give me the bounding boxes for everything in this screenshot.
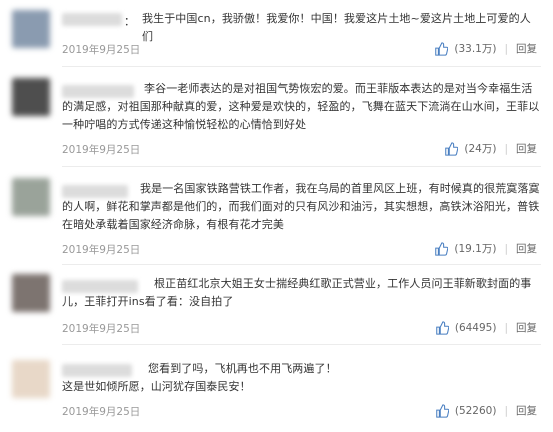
reply-button[interactable]: 回复 [516,403,537,418]
avatar[interactable] [12,274,50,312]
comment-item: 李谷一老师表达的是对祖国气势恢宏的爱。而王菲版本表达的是对当今幸福生活的满足感，… [0,68,553,167]
avatar[interactable] [12,78,50,116]
divider: | [504,142,508,155]
separator [62,264,541,265]
comment-actions: (24万) | 回复 [444,141,537,156]
thumbs-up-icon[interactable] [434,241,449,256]
like-count: (19.1万) [454,243,497,255]
separator [62,66,541,67]
comment-date: 2019年9月25日 [62,144,141,156]
reply-button[interactable]: 回复 [516,320,537,335]
divider: | [504,242,508,255]
comment-date: 2019年9月25日 [62,323,141,335]
like-count: (24万) [464,143,497,155]
comment-date: 2019年9月25日 [62,244,141,256]
avatar[interactable] [12,10,50,48]
comment-actions: (64495) | 回复 [435,320,537,335]
thumbs-up-icon[interactable] [435,320,449,335]
like-count: (52260) [454,404,497,417]
like-count: (64495) [454,321,497,334]
reply-button[interactable]: 回复 [516,41,537,56]
divider: | [504,321,508,334]
thumbs-up-icon[interactable] [434,41,449,56]
comment-actions: (19.1万) | 回复 [434,241,537,256]
like-count: (33.1万) [454,43,497,55]
reply-button[interactable]: 回复 [516,141,537,156]
comment-item: 我是一名国家铁路营铁工作者，我在乌局的首里风区上班，有时候真的很荒寞落寞的人啊，… [0,168,553,266]
comment-date: 2019年9月25日 [62,44,141,56]
comment-date: 2019年9月25日 [62,406,141,418]
thumbs-up-icon[interactable] [435,403,449,418]
separator [62,166,541,167]
avatar[interactable] [12,178,50,216]
comment-text: 我是一名国家铁路营铁工作者，我在乌局的首里风区上班，有时候真的很荒寞落寞的人啊，… [62,180,541,234]
thumbs-up-icon[interactable] [444,141,459,156]
username-blurred[interactable] [62,13,122,26]
comment-actions: (33.1万) | 回复 [434,41,537,56]
separator [62,344,541,345]
comment-text: 您看到了吗，飞机再也不用飞两遍了！ [62,360,541,378]
comment-text-body: 根正苗红北京大姐王女士揣经典红歌正式营业，工作人员问王菲新歌封面的事儿，王菲打开… [62,277,532,308]
avatar[interactable] [12,360,50,398]
comment-text: 根正苗红北京大姐王女士揣经典红歌正式营业，工作人员问王菲新歌封面的事儿，王菲打开… [62,275,541,311]
comment-actions: (52260) | 回复 [435,403,537,418]
divider: | [504,42,508,55]
comment-text-body: 我是一名国家铁路营铁工作者，我在乌局的首里风区上班，有时候真的很荒寞落寞的人啊，… [62,182,540,231]
reply-button[interactable]: 回复 [516,241,537,256]
divider: | [504,404,508,417]
comment-text-body: 您看到了吗，飞机再也不用飞两遍了！ [148,362,337,375]
comment-item: 您看到了吗，飞机再也不用飞两遍了！ 这是世如倾所愿，山河犹存国泰民安！ 2019… [0,346,553,432]
comment-item: 根正苗红北京大姐王女士揣经典红歌正式营业，工作人员问王菲新歌封面的事儿，王菲打开… [0,266,553,345]
colon: ： [124,15,135,28]
comment-item: ： 我生于中国cn，我骄傲！我爱你！中国！我爱这片土地~爱这片土地上可爱的人们 … [0,0,553,68]
comment-text-body: 李谷一老师表达的是对祖国气势恢宏的爱。而王菲版本表达的是对当今幸福生活的满足感，… [62,82,540,131]
comment-text: 李谷一老师表达的是对祖国气势恢宏的爱。而王菲版本表达的是对当今幸福生活的满足感，… [62,80,541,134]
comment-text-line2: 这是世如倾所愿，山河犹存国泰民安！ [62,380,251,393]
